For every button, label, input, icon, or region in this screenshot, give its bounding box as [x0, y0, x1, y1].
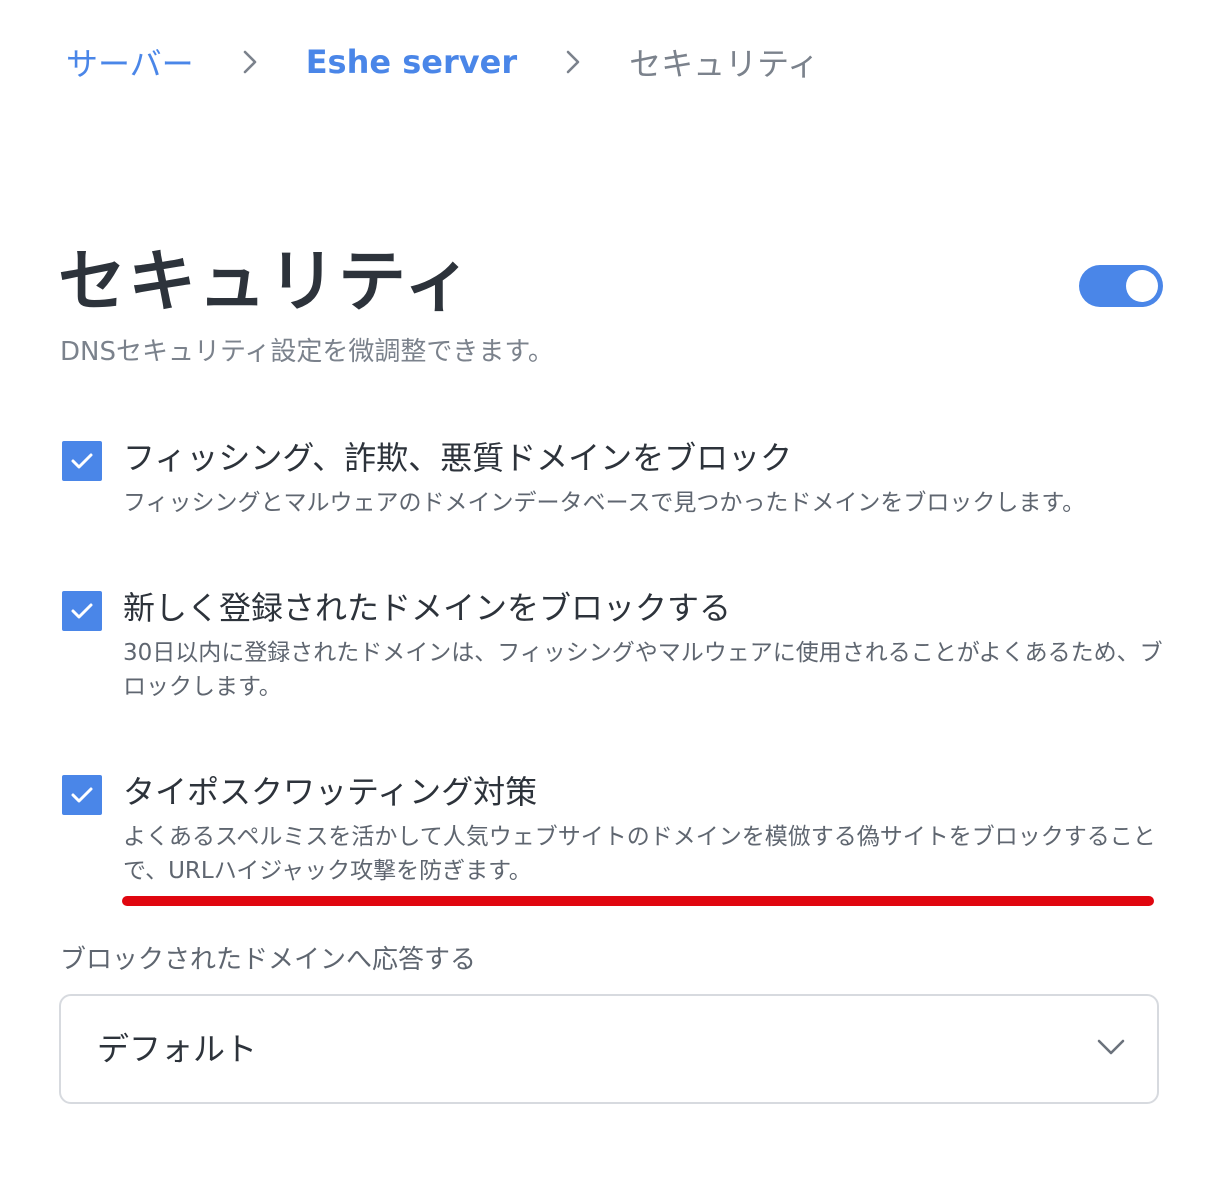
- response-select[interactable]: デフォルト: [59, 994, 1159, 1104]
- option-title: 新しく登録されたドメインをブロックする: [123, 589, 732, 627]
- option-description: 30日以内に登録されたドメインは、フィッシングやマルウェアに使用されることがよく…: [123, 640, 1163, 700]
- option-title: タイポスクワッティング対策: [123, 773, 538, 811]
- chevron-down-icon: [1097, 1039, 1125, 1055]
- highlight-underline: [122, 896, 1154, 906]
- breadcrumb-current: セキュリティ: [629, 45, 820, 83]
- page-subtitle: DNSセキュリティ設定を微調整できます。: [60, 337, 554, 367]
- option-description: よくあるスペルミスを活かして人気ウェブサイトのドメインを模倣する偽サイトをブロッ…: [123, 824, 1156, 884]
- toggle-knob: [1126, 270, 1158, 302]
- breadcrumb: サーバー Eshe server セキュリティ: [66, 38, 819, 86]
- breadcrumb-link-servers[interactable]: サーバー: [66, 39, 194, 85]
- checkmark-icon: [71, 453, 93, 469]
- page-title: セキュリティ: [58, 243, 474, 322]
- checkmark-icon: [71, 603, 93, 619]
- response-select-value: デフォルト: [97, 1030, 258, 1068]
- checkbox-block-phishing[interactable]: [62, 441, 102, 481]
- checkbox-block-new-domains[interactable]: [62, 591, 102, 631]
- option-title: フィッシング、詐欺、悪質ドメインをブロック: [123, 439, 793, 477]
- option-description: フィッシングとマルウェアのドメインデータベースで見つかったドメインをブロックしま…: [123, 490, 1086, 516]
- breadcrumb-link-server[interactable]: Eshe server: [306, 43, 517, 81]
- chevron-right-icon: [561, 48, 585, 76]
- response-label: ブロックされたドメインへ応答する: [60, 945, 477, 975]
- checkbox-typosquatting[interactable]: [62, 775, 102, 815]
- chevron-right-icon: [238, 48, 262, 76]
- checkmark-icon: [71, 787, 93, 803]
- security-toggle[interactable]: [1079, 265, 1163, 307]
